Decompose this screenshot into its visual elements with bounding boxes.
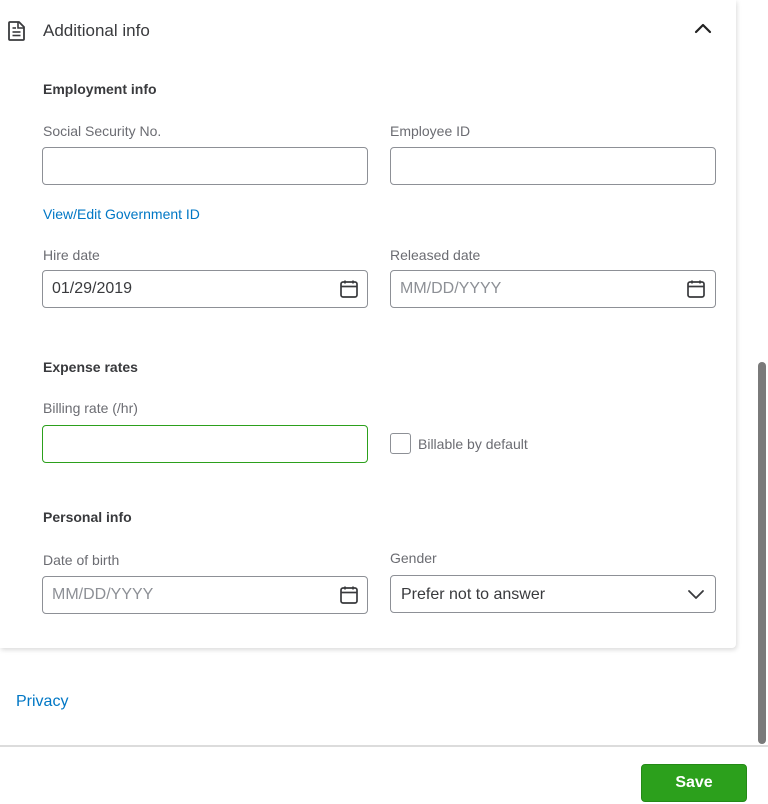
- privacy-link[interactable]: Privacy: [16, 692, 68, 712]
- calendar-icon[interactable]: [686, 279, 706, 299]
- gender-label: Gender: [390, 550, 437, 566]
- dob-input[interactable]: [42, 576, 368, 614]
- scrollbar[interactable]: [758, 362, 766, 744]
- hire-date-label: Hire date: [43, 247, 100, 263]
- chevron-down-icon: [688, 590, 704, 599]
- save-button[interactable]: Save: [641, 764, 747, 802]
- document-icon: [8, 21, 25, 41]
- dob-label: Date of birth: [43, 552, 120, 568]
- employment-section-title: Employment info: [43, 81, 157, 97]
- gender-selected-value: Prefer not to answer: [401, 586, 546, 603]
- scroll-area: Additional info Employment info Social S…: [0, 0, 768, 745]
- personal-section-title: Personal info: [43, 509, 132, 525]
- released-date-input[interactable]: [390, 270, 716, 308]
- ssn-input[interactable]: [42, 147, 368, 185]
- expense-section-title: Expense rates: [43, 359, 138, 375]
- billable-by-default-label[interactable]: Billable by default: [418, 435, 528, 453]
- employee-id-input[interactable]: [390, 147, 716, 185]
- employee-id-label: Employee ID: [390, 123, 471, 139]
- calendar-icon[interactable]: [339, 585, 359, 605]
- additional-info-card: Additional info Employment info Social S…: [0, 0, 736, 648]
- billable-by-default-checkbox[interactable]: [390, 433, 411, 454]
- view-edit-government-id-link[interactable]: View/Edit Government ID: [43, 205, 200, 223]
- gender-select[interactable]: Prefer not to answer: [390, 575, 716, 613]
- card-header[interactable]: Additional info: [0, 0, 736, 62]
- chevron-up-icon[interactable]: [690, 18, 716, 40]
- card-title: Additional info: [43, 21, 150, 40]
- released-date-label: Released date: [390, 247, 481, 263]
- ssn-label: Social Security No.: [43, 123, 162, 139]
- hire-date-input[interactable]: [42, 270, 368, 308]
- billing-rate-label: Billing rate (/hr): [43, 400, 138, 416]
- billing-rate-input[interactable]: [42, 425, 368, 463]
- calendar-icon[interactable]: [339, 279, 359, 299]
